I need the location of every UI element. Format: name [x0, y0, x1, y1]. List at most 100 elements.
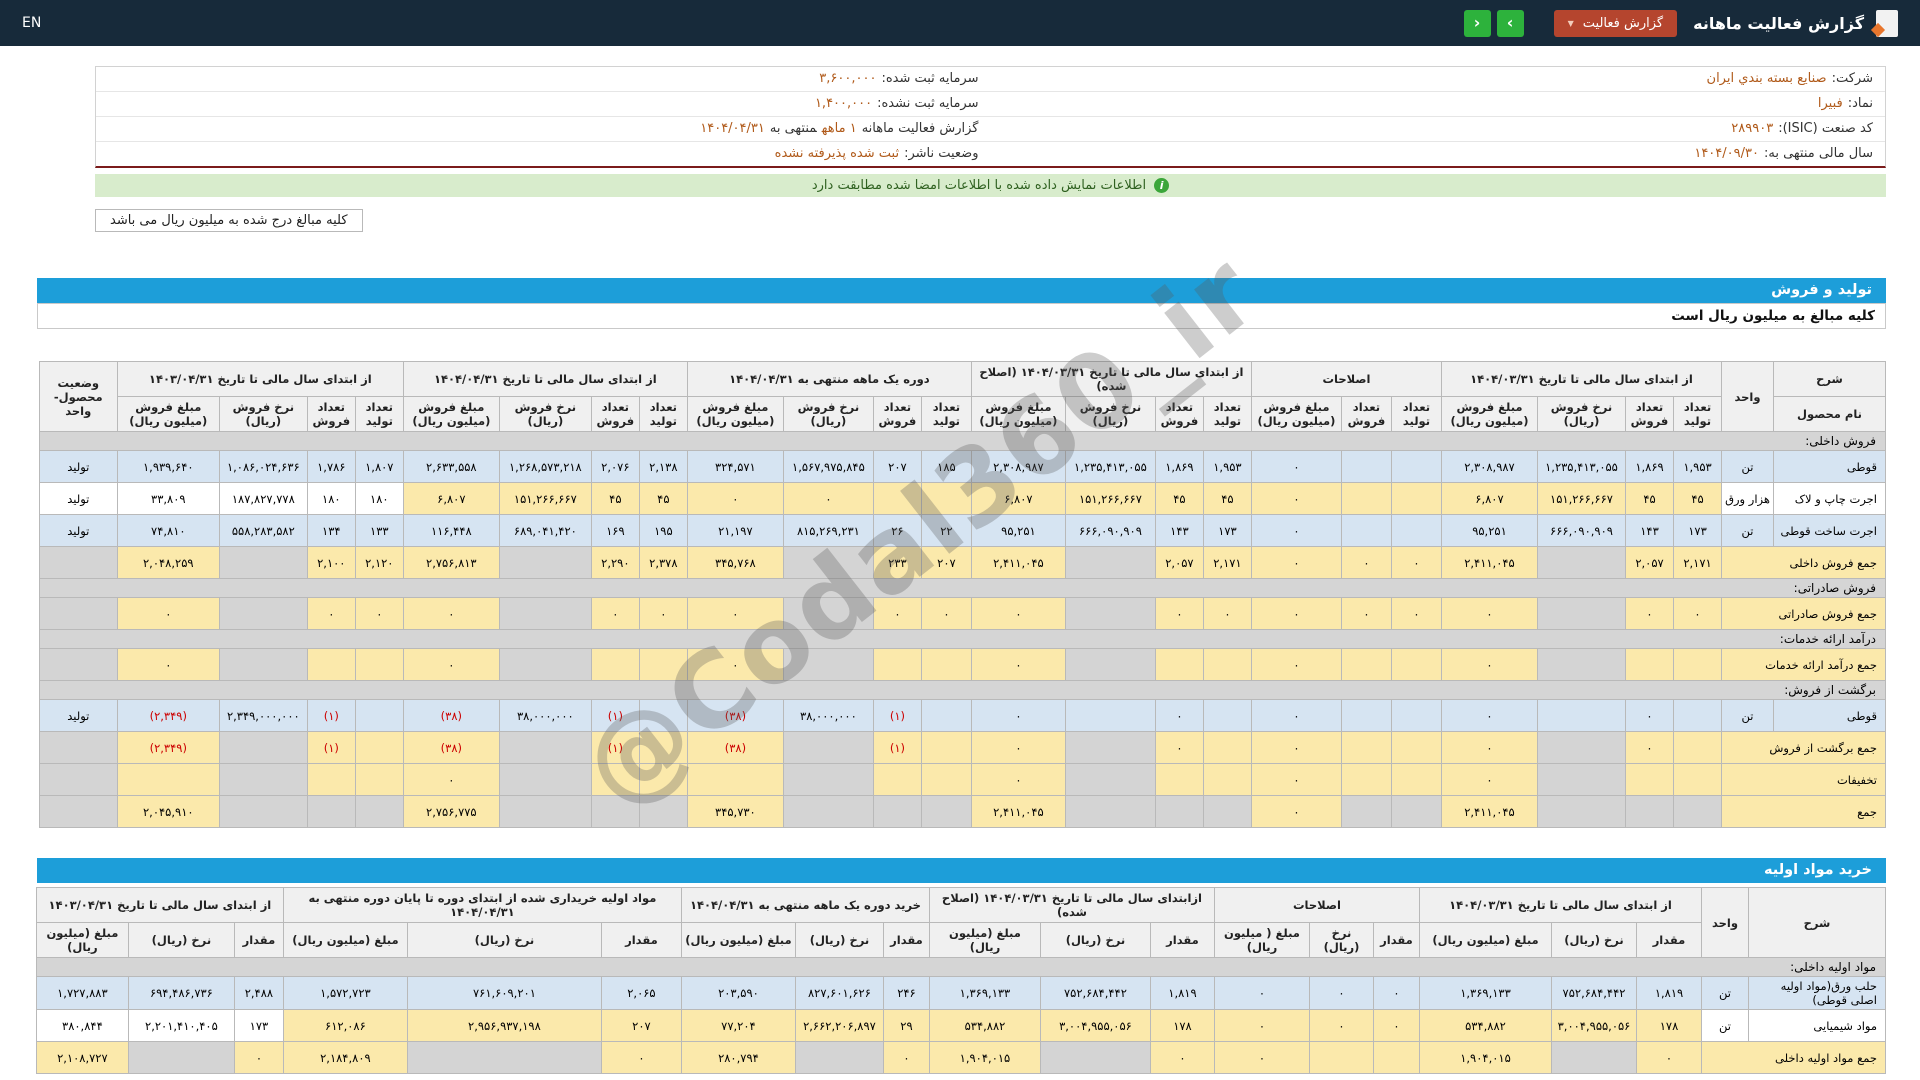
cell: ۰ — [1673, 597, 1722, 630]
cell: ۰ — [970, 731, 1066, 764]
cell — [38, 546, 118, 579]
cell — [1625, 763, 1674, 796]
column-header: مقدار — [882, 922, 930, 958]
cell: (۳۸) — [686, 699, 784, 732]
cell — [218, 597, 308, 630]
cell: ۱,۷۲۷,۸۸۳ — [35, 976, 129, 1010]
info-row: سرمایه ثبت شده: ۳,۶۰۰,۰۰۰ — [96, 67, 991, 92]
cell: ۵۳۴,۸۸۲ — [928, 1009, 1041, 1042]
cell: (۱) — [590, 699, 640, 732]
cell: ۲۰۳,۵۹۰ — [680, 976, 796, 1010]
cell: ۶۶۶,۰۹۰,۹۰۹ — [1064, 514, 1156, 547]
column-header: نرخ (ریال) — [406, 922, 602, 958]
cell: ۹۵,۲۵۱ — [970, 514, 1066, 547]
cell: تولید — [38, 450, 118, 483]
cell: ۴۵ — [638, 482, 688, 515]
nav-left-button[interactable]: ‹ — [1463, 9, 1491, 37]
table-row: اجرت ساخت قوطی تن ۱۷۳ ۱۴۳ ۶۶۶,۰۹۰,۹۰۹ ۹۵,۲۵۱ ۰… — [38, 514, 1886, 547]
cell: ۲,۴۱۱,۰۴۵ — [970, 546, 1066, 579]
column-header: تعداد فروش — [1154, 396, 1204, 432]
column-header: نرخ (ریال) — [1308, 922, 1374, 958]
cell: ۱۸۵ — [920, 450, 972, 483]
info-label: سرمایه ثبت نشده: — [877, 96, 979, 111]
column-header: مبلغ (میلیون ریال) — [928, 922, 1041, 958]
column-header: واحد — [1721, 361, 1774, 432]
cell — [872, 763, 922, 796]
cell: ۰ — [1213, 1009, 1310, 1042]
cell — [1064, 597, 1156, 630]
cell: ۱,۹۰۴,۰۱۵ — [1418, 1041, 1553, 1074]
report-type-label: گزارش فعالیت — [1582, 15, 1664, 31]
cell: ۰ — [970, 597, 1066, 630]
cell — [1390, 514, 1442, 547]
chevron-down-icon: ▼ — [1567, 18, 1574, 28]
column-header: نرخ (ریال) — [127, 922, 235, 958]
cell — [354, 795, 404, 828]
column-header: مبلغ (میلیون ریال) — [680, 922, 796, 958]
cell: ۰ — [686, 597, 784, 630]
cell — [1202, 731, 1252, 764]
cell: ۱۸۰ — [354, 482, 404, 515]
cell: ۱۵۱,۲۶۶,۶۶۷ — [1537, 482, 1626, 515]
cell: (۳۸) — [402, 699, 500, 732]
cell: جمع فروش صادراتی — [1721, 597, 1886, 630]
cell: ۰ — [600, 1041, 682, 1074]
cell: فروش داخلی: — [38, 431, 1887, 451]
cell: ۸۲۷,۶۰۱,۶۲۶ — [794, 976, 884, 1010]
column-header: تعداد فروش — [590, 396, 640, 432]
info-value: ۱۴۰۴/۰۹/۳۰ — [1694, 146, 1759, 161]
cell: ۲,۹۵۶,۹۳۷,۱۹۸ — [406, 1009, 602, 1042]
cell: ۴۵ — [590, 482, 640, 515]
cell: ۰ — [1340, 597, 1392, 630]
section-row: فروش صادراتی: — [38, 578, 1887, 598]
column-header: تعداد فروش — [306, 396, 356, 432]
column-header: اصلاحات — [1250, 361, 1442, 397]
cell: ۱۷۸ — [1636, 1009, 1702, 1042]
cell: ۳۳,۸۰۹ — [116, 482, 220, 515]
cell: ۰ — [1250, 482, 1342, 515]
table-row: حلب ورق(مواد اولیه اصلی قوطی) تن ۱,۸۱۹ ۷۵۲,… — [35, 976, 1886, 1010]
cell: ۲,۰۴۵,۹۱۰ — [116, 795, 220, 828]
cell: ۰ — [782, 482, 874, 515]
cell: ۱۸۷,۸۲۷,۷۷۸ — [218, 482, 308, 515]
cell: ۰ — [1250, 514, 1342, 547]
cell — [1202, 763, 1252, 796]
table-row: جمع درآمد ارائه خدمات ۰ ۰ ۰ ۰ ۰ ۰ — [38, 648, 1886, 681]
cell: (۳۸) — [686, 731, 784, 764]
cell: ۹۵,۲۵۱ — [1440, 514, 1539, 547]
cell: ۱,۷۸۶ — [306, 450, 356, 483]
cell — [1064, 795, 1156, 828]
cell — [406, 1041, 602, 1074]
cell: (۲,۳۴۹) — [116, 731, 220, 764]
section-row: مواد اولیه داخلی: — [35, 957, 1887, 977]
info-value: صنایع بسته بندي ایران — [1706, 71, 1827, 86]
cell: ۰ — [1440, 648, 1539, 681]
cell — [1537, 546, 1626, 579]
cell — [1390, 482, 1442, 515]
cell — [920, 482, 972, 515]
column-header: نرخ (ریال) — [1551, 922, 1637, 958]
cell: مواد شیمیایی — [1748, 1009, 1886, 1042]
column-header: مبلغ ( میلیون ریال) — [1213, 922, 1310, 958]
cell: تن — [1701, 1009, 1749, 1042]
cell: ۲,۴۱۱,۰۴۵ — [1440, 795, 1539, 828]
nav-right-button[interactable]: › — [1496, 9, 1524, 37]
report-document-icon — [1870, 9, 1898, 37]
language-toggle-en[interactable]: EN — [22, 15, 41, 31]
cell: ۰ — [1250, 597, 1342, 630]
cell: ۰ — [1250, 763, 1342, 796]
report-type-dropdown[interactable]: گزارش فعالیت ▼ — [1553, 9, 1678, 37]
cell: ۷۵۲,۶۸۴,۴۴۲ — [1039, 976, 1151, 1010]
cell: ۰ — [402, 597, 500, 630]
cell — [1537, 795, 1626, 828]
cell — [218, 731, 308, 764]
column-header: مقدار — [600, 922, 682, 958]
column-header: نرخ فروش (ریال) — [1064, 396, 1156, 432]
cell: ۳,۰۰۴,۹۵۵,۰۵۶ — [1551, 1009, 1637, 1042]
cell: ۶۱۲,۰۸۶ — [282, 1009, 408, 1042]
cell: ۰ — [1202, 597, 1252, 630]
cell — [1673, 763, 1722, 796]
cell: ۶,۸۰۷ — [402, 482, 500, 515]
cell: جمع فروش داخلی — [1721, 546, 1886, 579]
page-title: گزارش فعالیت ماهانه — [1693, 13, 1864, 33]
